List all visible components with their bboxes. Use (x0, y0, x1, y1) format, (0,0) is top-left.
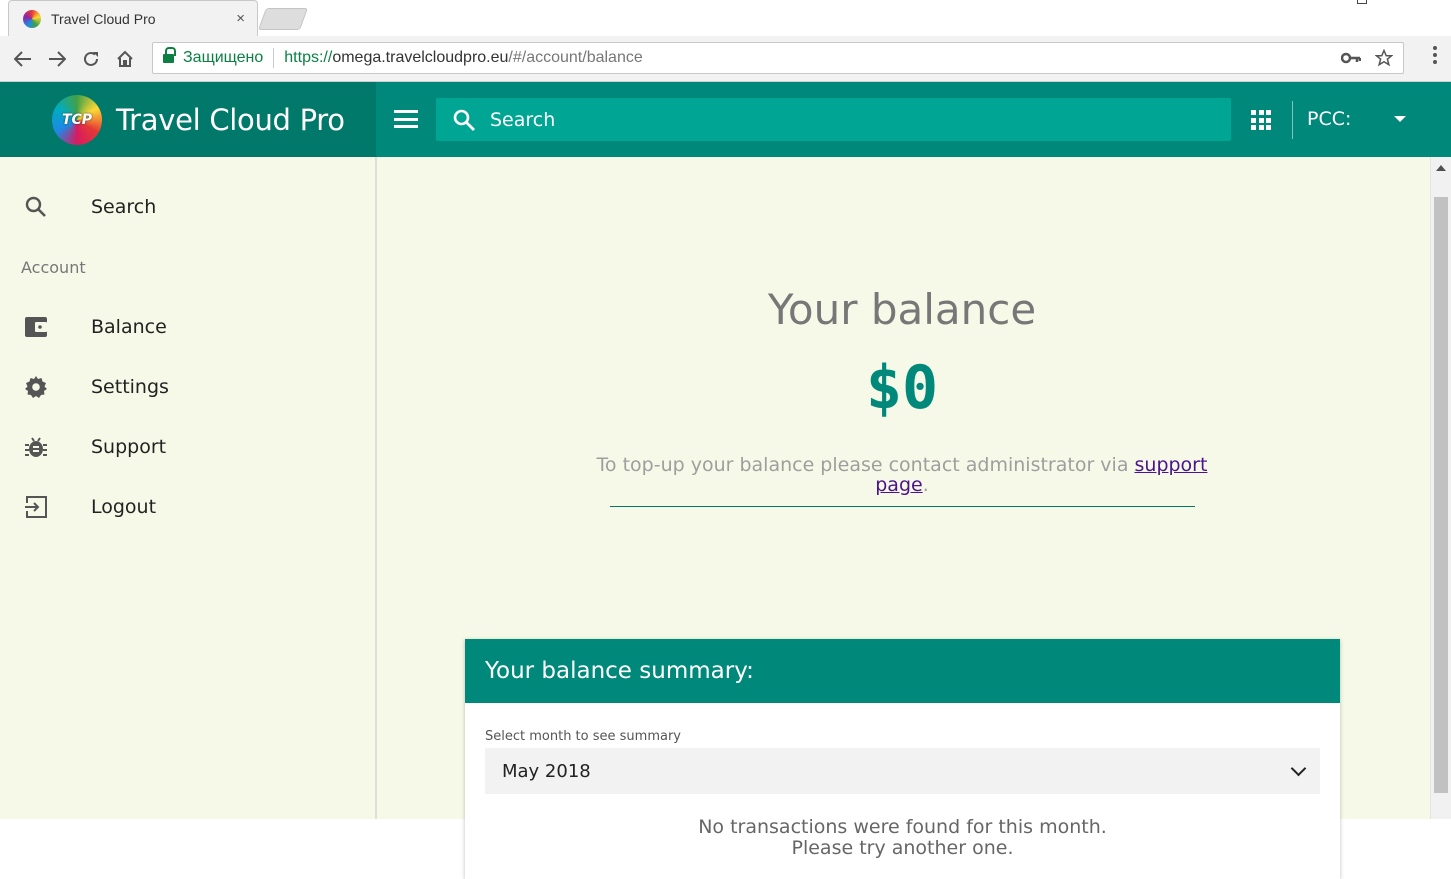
sidebar-item-settings[interactable]: Settings (0, 359, 375, 415)
apps-grid-icon[interactable] (1251, 110, 1271, 130)
back-button[interactable] (6, 42, 40, 76)
forward-button[interactable] (40, 42, 74, 76)
sidebar: Search Account Balance Settings Support … (0, 157, 377, 819)
home-button[interactable] (108, 42, 142, 76)
browser-tab[interactable]: Travel Cloud Pro × (8, 0, 258, 36)
scrollbar-thumb[interactable] (1434, 197, 1448, 793)
home-icon (117, 50, 133, 67)
key-icon[interactable] (1341, 52, 1361, 64)
favicon-icon (23, 9, 41, 28)
sidebar-item-search[interactable]: Search (0, 179, 375, 235)
hamburger-menu-icon[interactable] (394, 110, 418, 128)
brand-logo-icon: TCP (52, 94, 102, 145)
page-scrollbar[interactable] (1430, 157, 1451, 819)
sidebar-item-label: Support (91, 436, 167, 458)
scroll-up-arrow-icon[interactable] (1436, 165, 1446, 171)
close-tab-icon[interactable]: × (236, 10, 245, 27)
chevron-down-icon (1290, 760, 1307, 777)
browser-menu-button[interactable] (1433, 46, 1437, 69)
brand[interactable]: TCP Travel Cloud Pro (0, 82, 376, 157)
url-path: /#/account/balance (508, 49, 643, 66)
menu-icon (1433, 46, 1437, 64)
gear-icon (25, 376, 47, 398)
address-bar[interactable]: Защищено https://omega.travelcloudpro.eu… (152, 42, 1404, 74)
balance-summary-card: Your balance summary: Select month to se… (465, 639, 1340, 879)
secure-label: Защищено (183, 49, 264, 66)
sidebar-item-support[interactable]: Support (0, 419, 375, 475)
url-scheme: https:// (284, 49, 333, 66)
url-text[interactable]: https://omega.travelcloudpro.eu/#/accoun… (284, 49, 1327, 67)
app-header: TCP Travel Cloud Pro PCC: (0, 82, 1451, 157)
month-select-label: Select month to see summary (485, 729, 681, 744)
empty-message-line-2: Please try another one. (791, 837, 1014, 859)
caret-down-icon[interactable] (1394, 116, 1406, 122)
search-icon (453, 109, 475, 131)
empty-message-line-1: No transactions were found for this mont… (698, 816, 1107, 838)
header-divider (1292, 101, 1293, 139)
empty-transactions-message: No transactions were found for this mont… (465, 817, 1340, 859)
wallet-icon (25, 317, 47, 337)
topup-text: To top-up your balance please contact ad… (596, 454, 1135, 476)
browser-toolbar: Защищено https://omega.travelcloudpro.eu… (0, 36, 1451, 82)
balance-title: Your balance (767, 285, 1037, 334)
header-search[interactable] (436, 98, 1231, 141)
topup-message: To top-up your balance please contact ad… (592, 455, 1212, 495)
topup-divider (610, 506, 1195, 507)
app: TCP Travel Cloud Pro PCC: Search Account… (0, 82, 1451, 879)
pcc-selector[interactable]: PCC: (1307, 108, 1351, 130)
balance-amount: $0 (865, 353, 939, 423)
browser-tabstrip: Travel Cloud Pro × (0, 0, 1451, 36)
star-icon[interactable] (1375, 49, 1393, 67)
search-input[interactable] (490, 108, 1190, 131)
forward-icon (49, 50, 66, 67)
main-content: Your balance $0 To top-up your balance p… (377, 157, 1430, 879)
topup-end: . (922, 474, 929, 496)
sidebar-section-title: Account (21, 258, 86, 277)
summary-title: Your balance summary: (465, 639, 1340, 703)
logout-icon (25, 496, 47, 518)
month-select-value: May 2018 (502, 760, 591, 782)
url-host: omega.travelcloudpro.eu (332, 49, 509, 66)
brand-name: Travel Cloud Pro (116, 102, 345, 137)
sidebar-item-balance[interactable]: Balance (0, 299, 375, 355)
bug-icon (25, 437, 47, 457)
sidebar-item-label: Search (91, 196, 157, 218)
url-separator (273, 48, 275, 68)
month-select[interactable]: May 2018 (485, 748, 1320, 794)
lock-icon (163, 47, 176, 64)
sidebar-item-label: Logout (91, 496, 157, 518)
tab-title: Travel Cloud Pro (51, 10, 156, 27)
sidebar-item-label: Balance (91, 316, 167, 338)
maximize-window-icon[interactable] (1357, 0, 1367, 4)
new-tab-button[interactable] (257, 8, 309, 30)
reload-button[interactable] (74, 42, 108, 76)
search-icon (25, 196, 46, 217)
brand-logo-text: TCP (61, 111, 93, 128)
sidebar-item-logout[interactable]: Logout (0, 479, 375, 535)
sidebar-item-label: Settings (91, 376, 169, 398)
reload-icon (84, 51, 98, 66)
back-icon (14, 50, 31, 67)
